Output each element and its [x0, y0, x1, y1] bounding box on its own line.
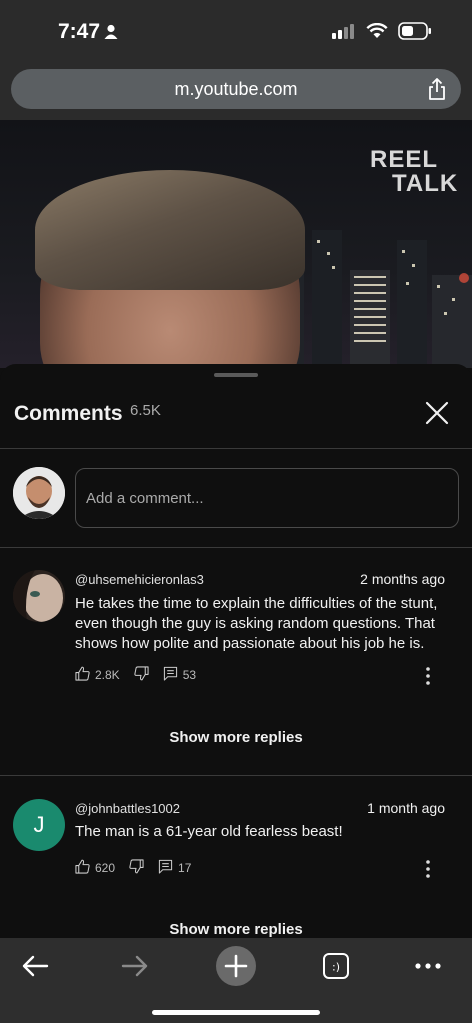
reply-button[interactable]: 53 [163, 666, 196, 684]
forward-arrow-icon[interactable] [113, 944, 157, 988]
add-comment-box[interactable] [75, 468, 459, 528]
back-arrow-icon[interactable] [13, 944, 57, 988]
browser-toolbar: m.youtube.com [0, 60, 472, 120]
dislike-button[interactable] [129, 859, 144, 877]
thumbs-down-icon [134, 666, 149, 684]
show-more-replies-button[interactable]: Show more replies [0, 921, 472, 938]
thumbs-up-icon [75, 666, 90, 684]
hair-image [35, 170, 305, 290]
tabs-icon[interactable]: :) [314, 944, 358, 988]
url-text[interactable]: m.youtube.com [11, 79, 461, 100]
avatar[interactable] [13, 570, 65, 622]
person-icon [104, 24, 118, 45]
like-count: 620 [95, 861, 116, 875]
logo-line-2: TALK [392, 170, 459, 197]
status-time: 7:47 [58, 20, 101, 43]
signal-icon [332, 23, 356, 44]
comment-author[interactable]: @uhsemehicieronlas3 [75, 572, 204, 587]
avatar[interactable] [13, 467, 65, 519]
comments-panel: Comments 6.5K @uhsemehicieronlas3 2 mont… [0, 364, 472, 938]
logo-line-1: REEL [370, 146, 439, 173]
like-button[interactable]: 2.8K [75, 666, 120, 684]
comment-text: The man is a 61-year old fearless beast! [75, 823, 343, 840]
more-vert-icon[interactable] [420, 859, 436, 879]
comment-timestamp: 2 months ago [360, 571, 445, 587]
close-icon[interactable] [424, 400, 450, 426]
status-bar: 7:47 [0, 0, 472, 60]
wifi-icon [366, 22, 388, 44]
dislike-button[interactable] [134, 666, 149, 684]
like-count: 2.8K [95, 668, 120, 682]
video-player[interactable]: REEL TALK [0, 120, 472, 368]
battery-icon [398, 22, 432, 45]
like-button[interactable]: 620 [75, 859, 115, 877]
divider [0, 448, 472, 449]
comment-icon [163, 666, 178, 684]
comment-actions: 2.8K 53 [75, 666, 210, 684]
comment-actions: 620 17 [75, 859, 205, 877]
reply-count: 17 [178, 861, 192, 875]
share-icon[interactable] [427, 77, 447, 106]
comment-author[interactable]: @johnbattles1002 [75, 801, 180, 816]
reply-count: 53 [182, 668, 197, 682]
more-dots-icon[interactable] [406, 944, 450, 988]
divider [0, 547, 472, 548]
comment-icon [158, 859, 173, 877]
tabs-count: :) [332, 961, 340, 974]
address-bar[interactable]: m.youtube.com [11, 69, 461, 109]
thumbs-up-icon [75, 859, 90, 877]
thumbs-down-icon [129, 859, 144, 877]
reel-talk-logo: REEL TALK [370, 148, 458, 196]
avatar[interactable]: J [13, 799, 65, 851]
browser-bottom-bar: :) [0, 938, 472, 1023]
show-more-replies-button[interactable]: Show more replies [0, 729, 472, 746]
drag-handle[interactable] [214, 373, 258, 377]
comment-text: He takes the time to explain the difficu… [75, 595, 438, 652]
comment-timestamp: 1 month ago [367, 800, 445, 816]
divider [0, 775, 472, 776]
comments-title: Comments [14, 402, 123, 425]
comments-count: 6.5K [130, 402, 161, 419]
more-vert-icon[interactable] [420, 666, 436, 686]
new-tab-button[interactable] [214, 944, 258, 988]
add-comment-input[interactable] [86, 469, 458, 527]
reply-button[interactable]: 17 [158, 859, 191, 877]
avatar-letter: J [33, 812, 45, 837]
home-indicator [152, 1010, 320, 1015]
